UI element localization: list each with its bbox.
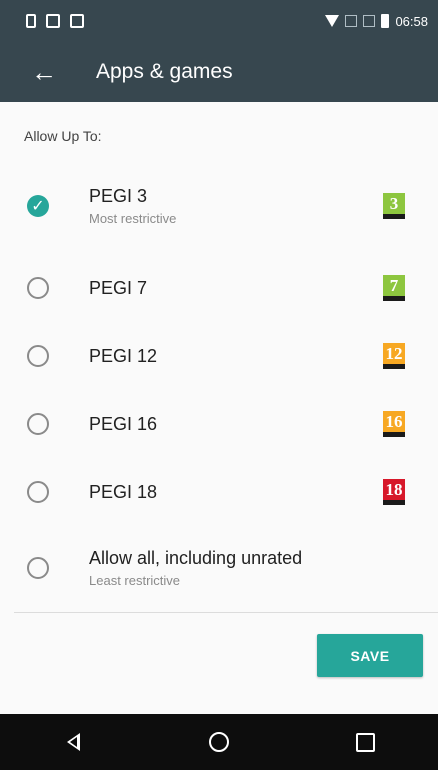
- section-label: Allow Up To:: [24, 128, 102, 144]
- option-label: PEGI 7: [89, 277, 148, 298]
- navigation-bar: [0, 714, 438, 770]
- option-text: PEGI 3 Most restrictive: [89, 186, 176, 226]
- signal-icon: [345, 15, 358, 27]
- square-recents-icon: [355, 732, 375, 752]
- radio-unchecked-icon[interactable]: [27, 345, 49, 367]
- divider: [14, 612, 438, 613]
- wifi-icon: [325, 15, 340, 27]
- status-notification-icons: [26, 14, 84, 28]
- image-notification-icon: [46, 14, 60, 28]
- status-time: 06:58: [395, 13, 428, 29]
- arrow-left-icon: ←: [31, 56, 57, 87]
- rating-option[interactable]: PEGI 12 12: [0, 326, 438, 386]
- page-title: Apps & games: [96, 60, 233, 83]
- save-button[interactable]: SAVE: [317, 634, 423, 677]
- triangle-back-icon: [66, 733, 80, 751]
- option-label: PEGI 16: [89, 413, 158, 434]
- option-sublabel: Most restrictive: [89, 211, 177, 226]
- nav-recents-button[interactable]: [335, 714, 395, 770]
- option-text: PEGI 12: [89, 346, 157, 367]
- radio-unchecked-icon[interactable]: [27, 413, 49, 435]
- radio-unchecked-icon[interactable]: [27, 557, 49, 579]
- option-text: PEGI 7: [89, 278, 147, 299]
- pegi-badge-icon: 16: [383, 411, 405, 437]
- rating-option[interactable]: PEGI 18 18: [0, 462, 438, 522]
- rating-option[interactable]: PEGI 7 7: [0, 258, 438, 318]
- option-sublabel: Least restrictive: [89, 573, 181, 588]
- pegi-badge-icon: 7: [383, 275, 405, 301]
- nav-home-button[interactable]: [189, 714, 249, 770]
- option-label: PEGI 18: [89, 481, 158, 502]
- option-label: PEGI 3: [89, 186, 148, 206]
- pegi-badge-icon: 3: [383, 193, 405, 219]
- notification-icon: [26, 14, 36, 28]
- rating-option[interactable]: ✓ PEGI 3 Most restrictive 3: [0, 176, 438, 236]
- pegi-badge-icon: 18: [383, 479, 405, 505]
- rating-option[interactable]: Allow all, including unrated Least restri…: [0, 538, 438, 598]
- back-button[interactable]: ←: [14, 42, 74, 102]
- status-bar: 06:58: [0, 0, 438, 42]
- option-text: PEGI 18: [89, 482, 157, 503]
- signal-2-icon: [363, 15, 376, 27]
- gallery-notification-icon: [70, 14, 84, 28]
- option-label: PEGI 12: [89, 345, 158, 366]
- status-system-icons: 06:58: [325, 14, 428, 29]
- circle-home-icon: [209, 732, 229, 752]
- pegi-badge-icon: 12: [383, 343, 405, 369]
- nav-back-button[interactable]: [43, 714, 103, 770]
- app-bar: ← Apps & games: [0, 42, 438, 102]
- radio-unchecked-icon[interactable]: [27, 481, 49, 503]
- radio-checked-icon[interactable]: ✓: [27, 195, 49, 217]
- battery-icon: [381, 14, 390, 28]
- radio-unchecked-icon[interactable]: [27, 277, 49, 299]
- option-text: Allow all, including unrated Least restri…: [89, 548, 302, 588]
- option-text: PEGI 16: [89, 414, 157, 435]
- option-label: Allow all, including unrated: [89, 548, 303, 568]
- rating-option[interactable]: PEGI 16 16: [0, 394, 438, 454]
